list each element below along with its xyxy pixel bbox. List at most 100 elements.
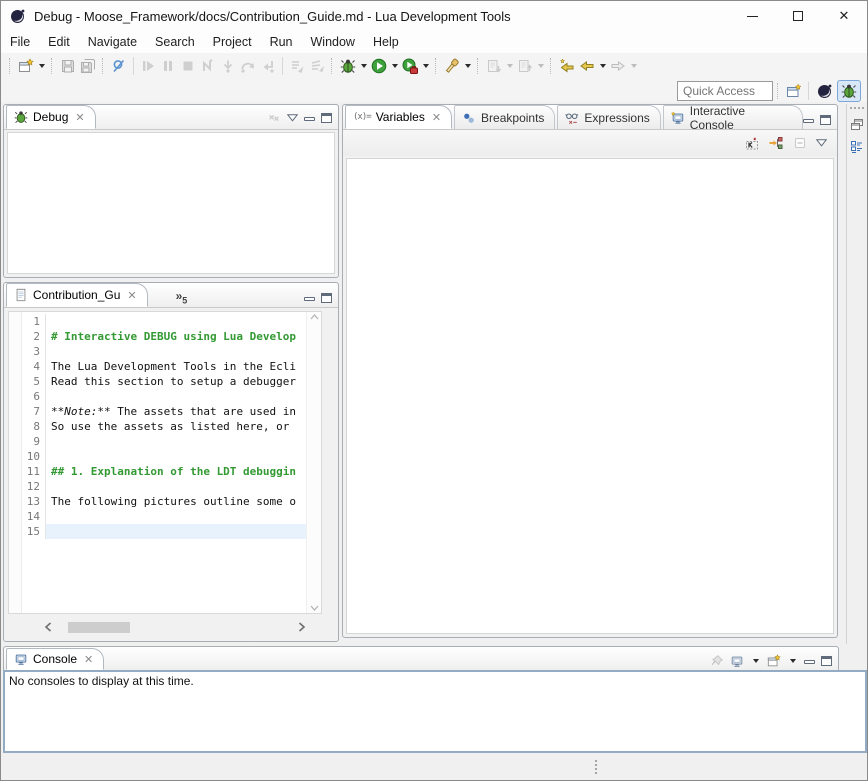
minimize-view-button[interactable] — [304, 297, 315, 301]
open-console-dropdown[interactable] — [790, 659, 796, 666]
menu-search[interactable]: Search — [146, 33, 204, 51]
menu-window[interactable]: Window — [302, 33, 364, 51]
back-dropdown[interactable] — [600, 64, 606, 71]
external-tools-button[interactable] — [400, 56, 420, 76]
tab-contribution-guide[interactable]: Contribution_Gu ✕ — [6, 283, 148, 307]
remove-all-terminated-button[interactable] — [267, 111, 281, 125]
save-all-button[interactable] — [78, 56, 98, 76]
debug-button[interactable] — [338, 56, 358, 76]
variables-view-content[interactable] — [346, 158, 834, 634]
menu-run[interactable]: Run — [261, 33, 302, 51]
editor-line[interactable]: 6 — [22, 389, 306, 404]
maximize-view-button[interactable] — [321, 293, 332, 303]
step-return-button[interactable] — [258, 56, 278, 76]
maximize-window-button[interactable] — [775, 1, 821, 31]
close-tab-icon[interactable]: ✕ — [127, 289, 136, 302]
minimize-view-button[interactable] — [803, 119, 814, 123]
scroll-right-icon[interactable] — [298, 622, 306, 632]
new-wizard-dropdown[interactable] — [39, 64, 45, 71]
tab-console[interactable]: Console ✕ — [6, 648, 104, 670]
close-tab-icon[interactable]: ✕ — [75, 111, 84, 124]
tab-variables[interactable]: (x)= Variables ✕ — [345, 105, 452, 129]
maximize-view-button[interactable] — [821, 656, 832, 666]
minimize-view-button[interactable] — [304, 117, 315, 121]
show-type-names-button[interactable] — [744, 135, 760, 151]
view-menu-button[interactable] — [287, 114, 298, 122]
lua-perspective-button[interactable] — [813, 80, 837, 102]
editor-line[interactable]: 7**Note:** The assets that are used in — [22, 404, 306, 419]
editor-line[interactable]: 8So use the assets as listed here, or — [22, 419, 306, 434]
close-tab-icon[interactable]: ✕ — [432, 111, 441, 124]
editor-line[interactable]: 1 — [22, 314, 306, 329]
hidden-editors-chevron[interactable]: »5 — [176, 289, 188, 307]
restore-view-button[interactable] — [849, 116, 865, 132]
annotation-ruler[interactable] — [9, 312, 22, 613]
editor-line[interactable]: 4The Lua Development Tools in the Ecli — [22, 359, 306, 374]
search-button[interactable] — [442, 56, 462, 76]
last-edit-location-button[interactable] — [557, 56, 577, 76]
minimize-window-button[interactable] — [729, 1, 775, 31]
next-annotation-dropdown[interactable] — [507, 64, 513, 71]
terminate-button[interactable] — [178, 56, 198, 76]
editor-line[interactable]: 9 — [22, 434, 306, 449]
editor-line[interactable]: 5Read this section to setup a debugger — [22, 374, 306, 389]
display-selected-console-button[interactable] — [730, 654, 744, 668]
previous-annotation-dropdown[interactable] — [538, 64, 544, 71]
forward-button[interactable] — [608, 56, 628, 76]
maximize-view-button[interactable] — [820, 115, 831, 125]
external-tools-dropdown[interactable] — [423, 64, 429, 71]
next-annotation-button[interactable] — [484, 56, 504, 76]
editor-line[interactable]: 12 — [22, 479, 306, 494]
previous-annotation-button[interactable] — [515, 56, 535, 76]
scroll-up-icon[interactable] — [310, 314, 319, 320]
console-output[interactable]: No consoles to display at this time. — [3, 670, 867, 753]
menu-help[interactable]: Help — [364, 33, 408, 51]
forward-dropdown[interactable] — [631, 64, 637, 71]
open-console-button[interactable] — [767, 654, 781, 668]
skip-all-breakpoints-button[interactable] — [109, 56, 129, 76]
debug-dropdown[interactable] — [361, 64, 367, 71]
horizontal-scrollbar[interactable] — [44, 620, 306, 634]
outline-view-button[interactable] — [849, 139, 865, 155]
run-dropdown[interactable] — [392, 64, 398, 71]
close-window-button[interactable]: ✕ — [821, 1, 867, 31]
tab-breakpoints[interactable]: Breakpoints — [454, 105, 555, 129]
scroll-down-icon[interactable] — [310, 605, 319, 611]
editor-line[interactable]: 10 — [22, 449, 306, 464]
minimize-view-button[interactable] — [804, 660, 815, 664]
resume-button[interactable] — [138, 56, 158, 76]
trim-drag-handle[interactable] — [850, 107, 864, 109]
view-menu-button[interactable] — [816, 139, 827, 147]
editor-line[interactable]: 2# Interactive DEBUG using Lua Develop — [22, 329, 306, 344]
run-button[interactable] — [369, 56, 389, 76]
tab-interactive-console[interactable]: Interactive Console — [663, 105, 803, 129]
pin-console-button[interactable] — [710, 654, 724, 668]
menu-project[interactable]: Project — [204, 33, 261, 51]
tab-expressions[interactable]: Expressions — [557, 105, 660, 129]
new-wizard-button[interactable] — [16, 56, 36, 76]
back-button[interactable] — [577, 56, 597, 76]
debug-perspective-button[interactable] — [837, 80, 861, 102]
collapse-all-button[interactable] — [792, 135, 808, 151]
suspend-button[interactable] — [158, 56, 178, 76]
editor-line[interactable]: 11## 1. Explanation of the LDT debuggin — [22, 464, 306, 479]
search-dropdown[interactable] — [465, 64, 471, 71]
show-logical-structures-button[interactable] — [768, 135, 784, 151]
scroll-track[interactable] — [52, 621, 298, 634]
edit-step-filters-button[interactable] — [307, 56, 327, 76]
step-over-button[interactable] — [238, 56, 258, 76]
maximize-view-button[interactable] — [321, 113, 332, 123]
scroll-left-icon[interactable] — [44, 622, 52, 632]
display-console-dropdown[interactable] — [753, 659, 759, 666]
editor-line[interactable]: 14 — [22, 509, 306, 524]
editor-text-area[interactable]: 1 2# Interactive DEBUG using Lua Develop… — [8, 311, 322, 614]
disconnect-button[interactable] — [198, 56, 218, 76]
vertical-scrollbar[interactable] — [306, 312, 321, 613]
close-tab-icon[interactable]: ✕ — [84, 653, 93, 666]
editor-line[interactable]: 13The following pictures outline some o — [22, 494, 306, 509]
open-perspective-button[interactable] — [784, 81, 804, 101]
scroll-thumb[interactable] — [68, 622, 130, 633]
menu-navigate[interactable]: Navigate — [79, 33, 146, 51]
quick-access-input[interactable] — [677, 81, 773, 101]
menu-file[interactable]: File — [1, 33, 39, 51]
